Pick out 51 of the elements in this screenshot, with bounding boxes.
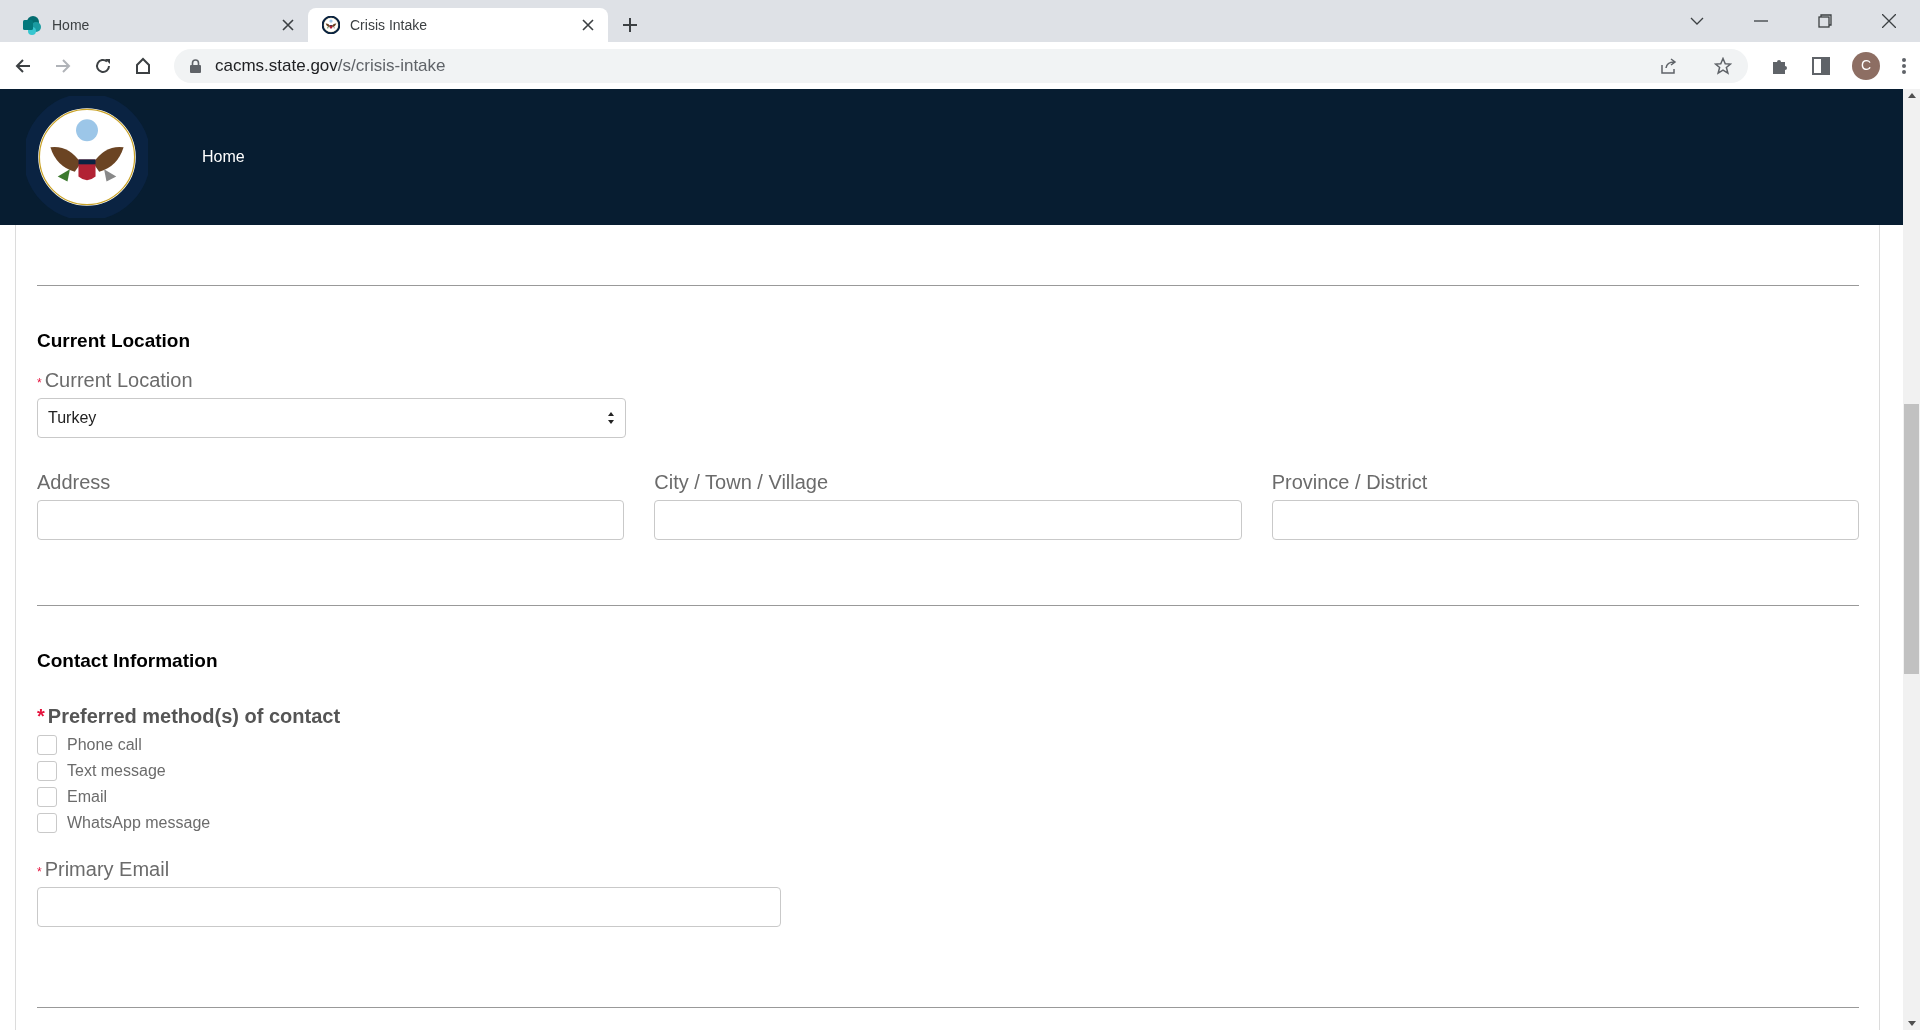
- section-heading: Current Location: [37, 331, 192, 350]
- url-text: cacms.state.gov/s/crisis-intake: [215, 54, 447, 77]
- side-panel-icon[interactable]: [1812, 56, 1830, 75]
- menu-icon[interactable]: [1902, 57, 1906, 74]
- scroll-down-icon[interactable]: [1907, 1021, 1916, 1026]
- browser-tab[interactable]: Crisis Intake: [308, 8, 608, 42]
- close-icon[interactable]: [1882, 14, 1896, 28]
- nav-link[interactable]: Home: [202, 145, 245, 169]
- scroll-thumb[interactable]: [1904, 404, 1919, 674]
- text-field[interactable]: [1271, 500, 1859, 540]
- spinner-icon: [607, 410, 615, 426]
- lock-icon: [190, 58, 201, 73]
- seal-icon: [322, 16, 340, 34]
- reload-icon[interactable]: [94, 56, 112, 75]
- new-tab-icon[interactable]: [622, 17, 638, 33]
- field-label: Address: [37, 472, 111, 492]
- text-field[interactable]: [37, 500, 625, 540]
- scrollbar[interactable]: [1903, 89, 1920, 1030]
- email-field[interactable]: [37, 887, 781, 927]
- checkbox[interactable]: [37, 735, 57, 755]
- sharepoint-icon: [22, 15, 42, 35]
- field-label: Province / District: [1271, 472, 1428, 492]
- profile-avatar[interactable]: C: [1852, 51, 1880, 80]
- required-mark: *: [37, 866, 42, 878]
- required-mark: *: [37, 377, 42, 389]
- browser-tab[interactable]: Home: [8, 8, 308, 42]
- checkbox[interactable]: [37, 761, 57, 781]
- field-label: Current Location: [44, 370, 193, 390]
- close-icon[interactable]: [282, 19, 294, 31]
- share-icon[interactable]: [1660, 56, 1678, 75]
- text-field[interactable]: [654, 500, 1242, 540]
- location-select[interactable]: Turkey: [37, 398, 626, 438]
- field-label: Primary Email: [44, 859, 170, 879]
- checkbox[interactable]: [37, 813, 57, 833]
- section-heading: Contact Information: [37, 651, 219, 670]
- address-bar[interactable]: cacms.state.gov/s/crisis-intake: [174, 48, 1748, 83]
- field-label: City / Town / Village: [654, 472, 829, 492]
- home-icon[interactable]: [134, 56, 152, 75]
- checkbox-label: Email: [67, 787, 107, 807]
- star-icon[interactable]: [1714, 56, 1732, 75]
- checkbox-label: WhatsApp message: [67, 813, 211, 833]
- chevron-down-icon[interactable]: [1690, 17, 1704, 25]
- field-label: Preferred method(s) of contact: [47, 706, 341, 726]
- scroll-up-icon[interactable]: [1907, 93, 1916, 98]
- checkbox[interactable]: [37, 787, 57, 807]
- checkbox-label: Text message: [67, 761, 166, 781]
- back-icon[interactable]: [14, 56, 32, 75]
- required-mark: *: [37, 706, 45, 726]
- restore-icon[interactable]: [1818, 14, 1832, 28]
- close-icon[interactable]: [582, 19, 594, 31]
- checkbox-label: Phone call: [67, 735, 142, 755]
